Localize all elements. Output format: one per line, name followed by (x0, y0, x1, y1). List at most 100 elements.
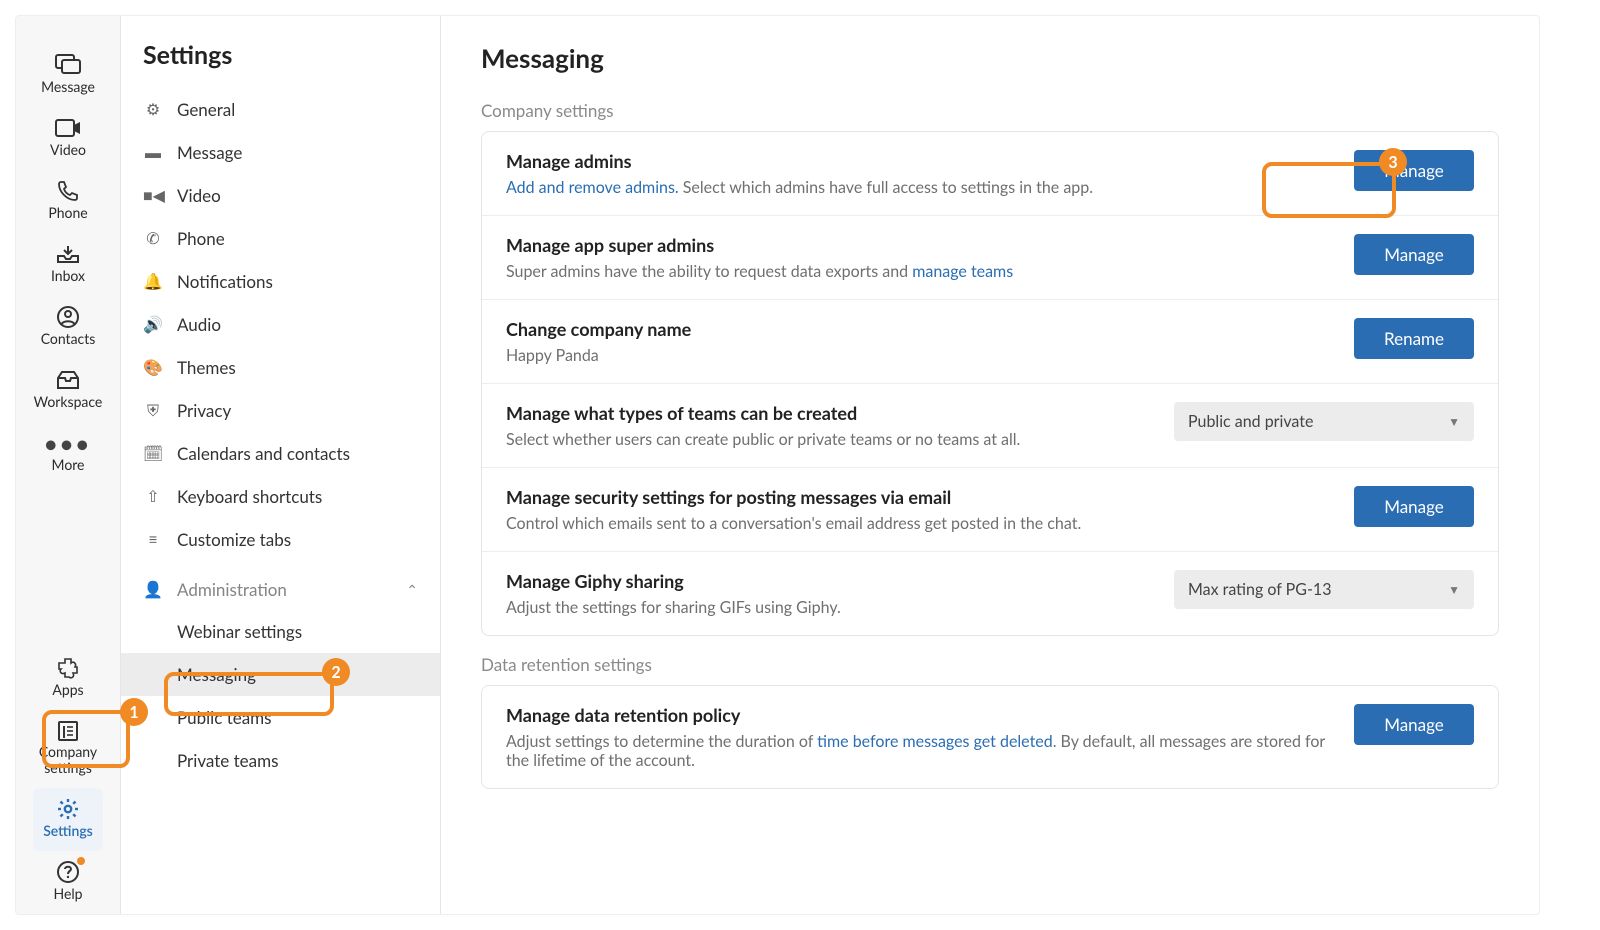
nav-label: Keyboard shortcuts (177, 486, 322, 507)
nav-phone[interactable]: ✆ Phone (121, 217, 440, 260)
rail-label: Help (53, 885, 82, 902)
row-email-security: Manage security settings for posting mes… (482, 467, 1498, 551)
calendar-icon: 🗓 (143, 444, 163, 463)
workspace-icon (56, 367, 80, 393)
handset-icon: ✆ (143, 229, 163, 248)
nav-label: Audio (177, 314, 221, 335)
annotation-badge-2: 2 (322, 658, 350, 686)
tabs-icon: ≡ (143, 530, 163, 549)
nav-sub-webinar[interactable]: Webinar settings (121, 610, 440, 653)
rail-label: Inbox (51, 267, 85, 284)
nav-privacy[interactable]: ⛨ Privacy (121, 389, 440, 432)
app-frame: Message Video Phone Inbox (15, 15, 1540, 915)
nav-keyboard[interactable]: ⇧ Keyboard shortcuts (121, 475, 440, 518)
rail-item-inbox[interactable]: Inbox (33, 233, 103, 296)
gear-icon: ⚙ (143, 100, 163, 119)
link-manage-teams[interactable]: manage teams (912, 262, 1013, 281)
nav-label: Customize tabs (177, 529, 291, 550)
rail-item-message[interactable]: Message (33, 44, 103, 107)
nav-rail: Message Video Phone Inbox (16, 16, 121, 914)
rail-item-apps[interactable]: Apps (33, 647, 103, 710)
rail-label: Video (50, 141, 86, 158)
nav-themes[interactable]: 🎨 Themes (121, 346, 440, 389)
help-icon (57, 859, 79, 885)
video-icon (55, 115, 81, 141)
row-desc: Adjust settings to determine the duratio… (506, 732, 1334, 770)
nav-customize-tabs[interactable]: ≡ Customize tabs (121, 518, 440, 561)
rail-item-video[interactable]: Video (33, 107, 103, 170)
company-settings-card: Manage admins Add and remove admins. Sel… (481, 131, 1499, 636)
row-manage-admins: Manage admins Add and remove admins. Sel… (482, 132, 1498, 215)
giphy-rating-select[interactable]: Max rating of PG-13 ▼ (1174, 570, 1474, 609)
rail-item-company-settings[interactable]: Company settings (33, 710, 103, 788)
row-title: Manage security settings for posting mes… (506, 486, 1334, 508)
nav-label: Notifications (177, 271, 273, 292)
nav-sub-messaging[interactable]: Messaging (121, 653, 440, 696)
row-team-types: Manage what types of teams can be create… (482, 383, 1498, 467)
nav-group-administration[interactable]: 👤 Administration ⌃ (121, 561, 440, 610)
nav-notifications[interactable]: 🔔Notifications (121, 260, 440, 303)
row-super-admins: Manage app super admins Super admins hav… (482, 215, 1498, 299)
shield-icon: ⛨ (143, 401, 163, 421)
page-title: Messaging (481, 42, 1499, 74)
gear-icon (56, 796, 80, 822)
rail-item-phone[interactable]: Phone (33, 170, 103, 233)
nav-message[interactable]: ▬ Message (121, 131, 440, 174)
nav-audio[interactable]: 🔊Audio (121, 303, 440, 346)
row-desc: Control which emails sent to a conversat… (506, 514, 1334, 533)
palette-icon: 🎨 (143, 358, 163, 377)
videocam-icon: ■◀ (143, 186, 163, 206)
nav-sub-private-teams[interactable]: Private teams (121, 739, 440, 782)
rail-label: Apps (52, 681, 83, 698)
admin-icon: 👤 (143, 580, 163, 599)
row-company-name: Change company name Happy Panda Rename (482, 299, 1498, 383)
row-desc: Add and remove admins. Select which admi… (506, 178, 1334, 197)
rail-label: Contacts (41, 330, 96, 347)
keyboard-icon: ⇧ (143, 487, 163, 506)
nav-label: Calendars and contacts (177, 443, 350, 464)
nav-label: Phone (177, 228, 225, 249)
rail-item-contacts[interactable]: Contacts (33, 296, 103, 359)
rail-item-more[interactable]: ••• More (33, 422, 103, 485)
row-retention-policy: Manage data retention policy Adjust sett… (482, 686, 1498, 788)
phone-icon (57, 178, 79, 204)
nav-calendars[interactable]: 🗓 Calendars and contacts (121, 432, 440, 475)
row-title: Manage admins (506, 150, 1334, 172)
nav-label: Message (177, 142, 242, 163)
nav-sub-public-teams[interactable]: Public teams (121, 696, 440, 739)
nav-label: General (177, 99, 235, 120)
manage-email-security-button[interactable]: Manage (1354, 486, 1474, 527)
link-add-remove-admins[interactable]: Add and remove admins. (506, 178, 679, 197)
row-desc-text: Adjust settings to determine the duratio… (506, 732, 817, 751)
annotation-badge-3: 3 (1379, 148, 1407, 176)
nav-label: Privacy (177, 400, 231, 421)
nav-general[interactable]: ⚙ General (121, 88, 440, 131)
annotation-badge-1: 1 (120, 698, 148, 726)
rail-label: Settings (43, 822, 93, 839)
message-icon: ▬ (143, 143, 163, 163)
chevron-down-icon: ▼ (1448, 582, 1460, 597)
select-value: Max rating of PG-13 (1188, 580, 1331, 599)
select-value: Public and private (1188, 412, 1313, 431)
rename-button[interactable]: Rename (1354, 318, 1474, 359)
nav-label: Themes (177, 357, 236, 378)
section-data-retention: Data retention settings (481, 654, 1499, 675)
manage-retention-button[interactable]: Manage (1354, 704, 1474, 745)
chevron-down-icon: ▼ (1448, 414, 1460, 429)
rail-item-help[interactable]: Help (33, 851, 103, 914)
link-retention-time[interactable]: time before messages get deleted (817, 732, 1053, 751)
rail-item-settings[interactable]: Settings (33, 788, 103, 851)
rail-label: More (52, 456, 85, 473)
inbox-icon (56, 241, 80, 267)
manage-admins-button[interactable]: Manage (1354, 150, 1474, 191)
rail-label: Message (41, 78, 95, 95)
nav-video[interactable]: ■◀Video (121, 174, 440, 217)
manage-super-admins-button[interactable]: Manage (1354, 234, 1474, 275)
row-giphy: Manage Giphy sharing Adjust the settings… (482, 551, 1498, 635)
team-types-select[interactable]: Public and private ▼ (1174, 402, 1474, 441)
rail-item-workspace[interactable]: Workspace (33, 359, 103, 422)
row-title: Manage what types of teams can be create… (506, 402, 1154, 424)
more-icon: ••• (44, 430, 91, 456)
nav-group-label: Administration (177, 579, 287, 600)
contacts-icon (57, 304, 79, 330)
